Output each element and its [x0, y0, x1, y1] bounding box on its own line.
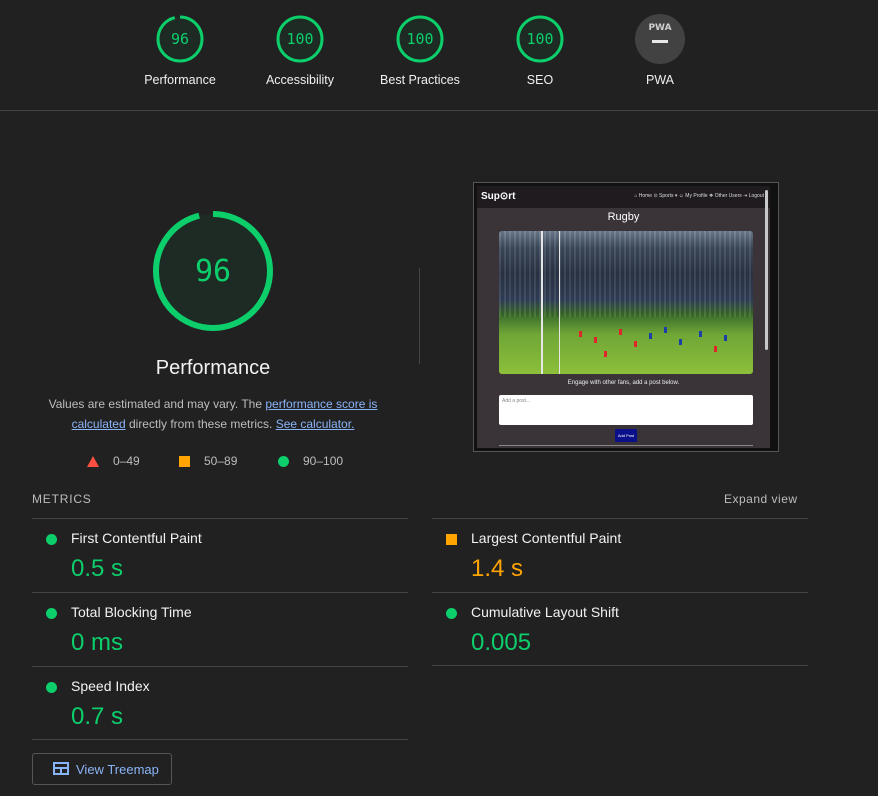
gauge-label: Accessibility — [265, 73, 335, 87]
preview-navbar: Sup⊙rt ⌂ Home ⊙ Sports ▾ ☺ My Profile ❖ … — [477, 186, 770, 208]
desc-prefix: Values are estimated and may vary. The — [48, 397, 266, 411]
metric-largest-contentful-paint: Largest Contentful Paint 1.4 s — [432, 518, 808, 593]
vertical-divider — [419, 268, 420, 364]
player — [649, 333, 652, 339]
metric-name: First Contentful Paint — [71, 530, 202, 546]
average-square-icon — [446, 534, 457, 545]
circle-icon — [278, 455, 289, 467]
preview-post-input: Add a post... — [499, 395, 753, 425]
player — [579, 331, 582, 337]
gauge-performance[interactable]: 96 Performance — [120, 14, 240, 87]
player — [604, 351, 607, 357]
metric-total-blocking-time: Total Blocking Time 0 ms — [32, 592, 408, 667]
category-gauges-bar: 96 Performance 100 Accessibility 100 Bes… — [0, 0, 878, 111]
pass-circle-icon — [46, 534, 57, 545]
gauge-ring: 96 — [156, 15, 204, 63]
metrics-heading: METRICS — [32, 492, 92, 506]
see-calculator-link[interactable]: See calculator. — [276, 417, 355, 431]
goal-post — [559, 231, 560, 374]
view-treemap-label: View Treemap — [76, 762, 159, 777]
preview-title: Rugby — [607, 211, 640, 223]
metric-first-contentful-paint: First Contentful Paint 0.5 s — [32, 518, 408, 593]
pwa-badge-icon: PWA — [635, 14, 685, 64]
preview-nav-links: ⌂ Home ⊙ Sports ▾ ☺ My Profile ❖ Other U… — [634, 193, 764, 199]
gauge-pwa[interactable]: PWA PWA — [600, 14, 720, 87]
treemap-icon — [53, 762, 69, 775]
pass-circle-icon — [446, 608, 457, 619]
metric-divider — [432, 665, 808, 666]
rugby-stadium-image — [499, 231, 753, 374]
final-screenshot-preview[interactable]: Sup⊙rt ⌂ Home ⊙ Sports ▾ ☺ My Profile ❖ … — [473, 182, 779, 452]
performance-main-gauge: 96 — [153, 211, 273, 331]
player — [634, 341, 637, 347]
gauge-seo[interactable]: 100 SEO — [480, 14, 600, 87]
pwa-dash-icon — [652, 40, 668, 43]
legend-pass: 90–100 — [278, 454, 343, 468]
metric-value: 1.4 s — [471, 555, 524, 582]
gauge-label: SEO — [526, 73, 554, 87]
pass-circle-icon — [46, 682, 57, 693]
player — [594, 337, 597, 343]
square-icon — [179, 455, 190, 467]
gauge-score: 100 — [406, 30, 433, 48]
player — [679, 339, 682, 345]
metric-speed-index: Speed Index 0.7 s — [32, 666, 408, 741]
preview-page: Sup⊙rt ⌂ Home ⊙ Sports ▾ ☺ My Profile ❖ … — [477, 186, 770, 448]
metric-cumulative-layout-shift: Cumulative Layout Shift 0.005 — [432, 592, 808, 667]
preview-brand: Sup⊙rt — [481, 191, 516, 202]
player — [714, 346, 717, 352]
gauge-label: Performance — [144, 73, 216, 87]
gauge-label: PWA — [645, 73, 674, 87]
metric-name: Total Blocking Time — [71, 604, 192, 620]
desc-middle: directly from these metrics. — [125, 417, 276, 431]
legend-range: 50–89 — [204, 454, 238, 468]
gauge-accessibility[interactable]: 100 Accessibility — [240, 14, 360, 87]
goal-post — [541, 231, 543, 374]
gauge-ring: 100 — [396, 15, 444, 63]
expand-view-toggle[interactable]: Expand view — [724, 492, 798, 506]
legend-range: 0–49 — [113, 454, 140, 468]
performance-title: Performance — [155, 357, 271, 379]
preview-divider — [499, 445, 753, 446]
player — [619, 329, 622, 335]
gauge-score: 100 — [286, 30, 313, 48]
metric-value: 0 ms — [71, 629, 124, 656]
preview-scrollbar — [765, 190, 768, 350]
gauge-ring: 100 — [516, 15, 564, 63]
legend-range: 90–100 — [303, 454, 344, 468]
gauge-score: 100 — [526, 30, 553, 48]
metric-value: 0.7 s — [71, 703, 124, 730]
gauge-label: Best Practices — [380, 73, 460, 87]
metric-name: Speed Index — [71, 678, 150, 694]
gauge-ring: 100 — [276, 15, 324, 63]
metric-divider — [32, 739, 408, 740]
stadium-stands — [499, 231, 753, 317]
view-treemap-button[interactable]: View Treemap — [32, 753, 172, 785]
metric-name: Largest Contentful Paint — [471, 530, 622, 546]
gauge-best-practices[interactable]: 100 Best Practices — [360, 14, 480, 87]
preview-add-post-button: Add Post — [615, 429, 637, 442]
legend-average: 50–89 — [179, 454, 237, 468]
metric-value: 0.5 s — [71, 555, 124, 582]
pass-circle-icon — [46, 608, 57, 619]
triangle-icon — [87, 455, 99, 467]
gauge-score: 96 — [171, 30, 189, 48]
legend-fail: 0–49 — [87, 454, 140, 468]
performance-score: 96 — [195, 254, 231, 289]
player — [664, 327, 667, 333]
player — [724, 335, 727, 341]
metric-name: Cumulative Layout Shift — [471, 604, 619, 620]
performance-description: Values are estimated and may vary. The p… — [40, 394, 386, 434]
preview-engage-text: Engage with other fans, add a post below… — [567, 380, 680, 386]
metric-value: 0.005 — [471, 629, 532, 656]
player — [699, 331, 702, 337]
pwa-badge-text: PWA — [648, 23, 672, 33]
